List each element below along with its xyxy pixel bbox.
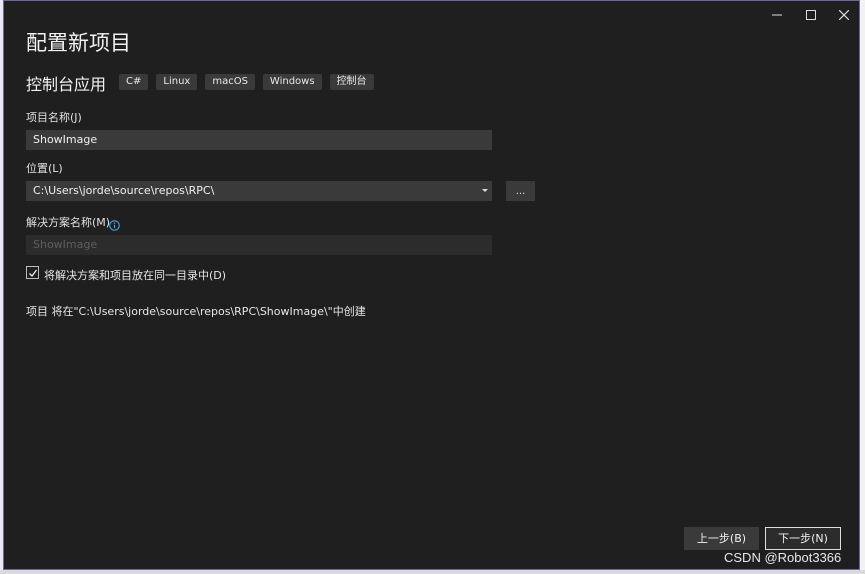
tag-macos: macOS xyxy=(205,74,255,90)
next-button[interactable]: 下一步(N) xyxy=(765,527,841,550)
project-name-input[interactable]: ShowImage xyxy=(26,130,492,150)
location-value: C:\Users\jorde\source\repos\RPC\ xyxy=(33,184,215,197)
location-combobox[interactable]: C:\Users\jorde\source\repos\RPC\ xyxy=(26,181,492,201)
close-button[interactable] xyxy=(829,5,859,25)
template-name: 控制台应用 xyxy=(26,75,107,94)
minimize-button[interactable] xyxy=(762,5,792,25)
tag-csharp: C# xyxy=(119,74,149,90)
same-directory-label[interactable]: 将解决方案和项目放在同一目录中(D) xyxy=(44,267,226,283)
close-icon xyxy=(839,10,849,20)
solution-name-label: 解决方案名称(M) xyxy=(26,216,111,229)
browse-button[interactable]: ... xyxy=(506,181,535,201)
same-directory-checkbox[interactable] xyxy=(26,266,39,279)
solution-name-input: ShowImage xyxy=(26,235,492,255)
location-label: 位置(L) xyxy=(26,162,63,175)
taskbar-edge xyxy=(0,570,865,574)
chevron-down-icon[interactable] xyxy=(482,189,488,192)
watermark: CSDN @Robot3366 xyxy=(724,550,842,565)
creation-path-summary: 项目 将在"C:\Users\jorde\source\repos\RPC\Sh… xyxy=(26,305,366,318)
template-tags: C# Linux macOS Windows 控制台 xyxy=(119,74,374,90)
configure-project-dialog: 配置新项目 控制台应用 C# Linux macOS Windows 控制台 项… xyxy=(3,0,860,570)
checkmark-icon xyxy=(29,269,38,277)
tag-windows: Windows xyxy=(262,74,322,90)
tag-console: 控制台 xyxy=(329,74,374,90)
project-name-label: 项目名称(J) xyxy=(26,111,82,124)
info-icon[interactable] xyxy=(109,216,120,235)
page-title: 配置新项目 xyxy=(26,31,131,55)
tag-linux: Linux xyxy=(156,74,198,90)
maximize-icon xyxy=(806,10,816,20)
maximize-button[interactable] xyxy=(796,5,826,25)
minimize-icon xyxy=(772,14,782,16)
back-button[interactable]: 上一步(B) xyxy=(684,527,759,550)
